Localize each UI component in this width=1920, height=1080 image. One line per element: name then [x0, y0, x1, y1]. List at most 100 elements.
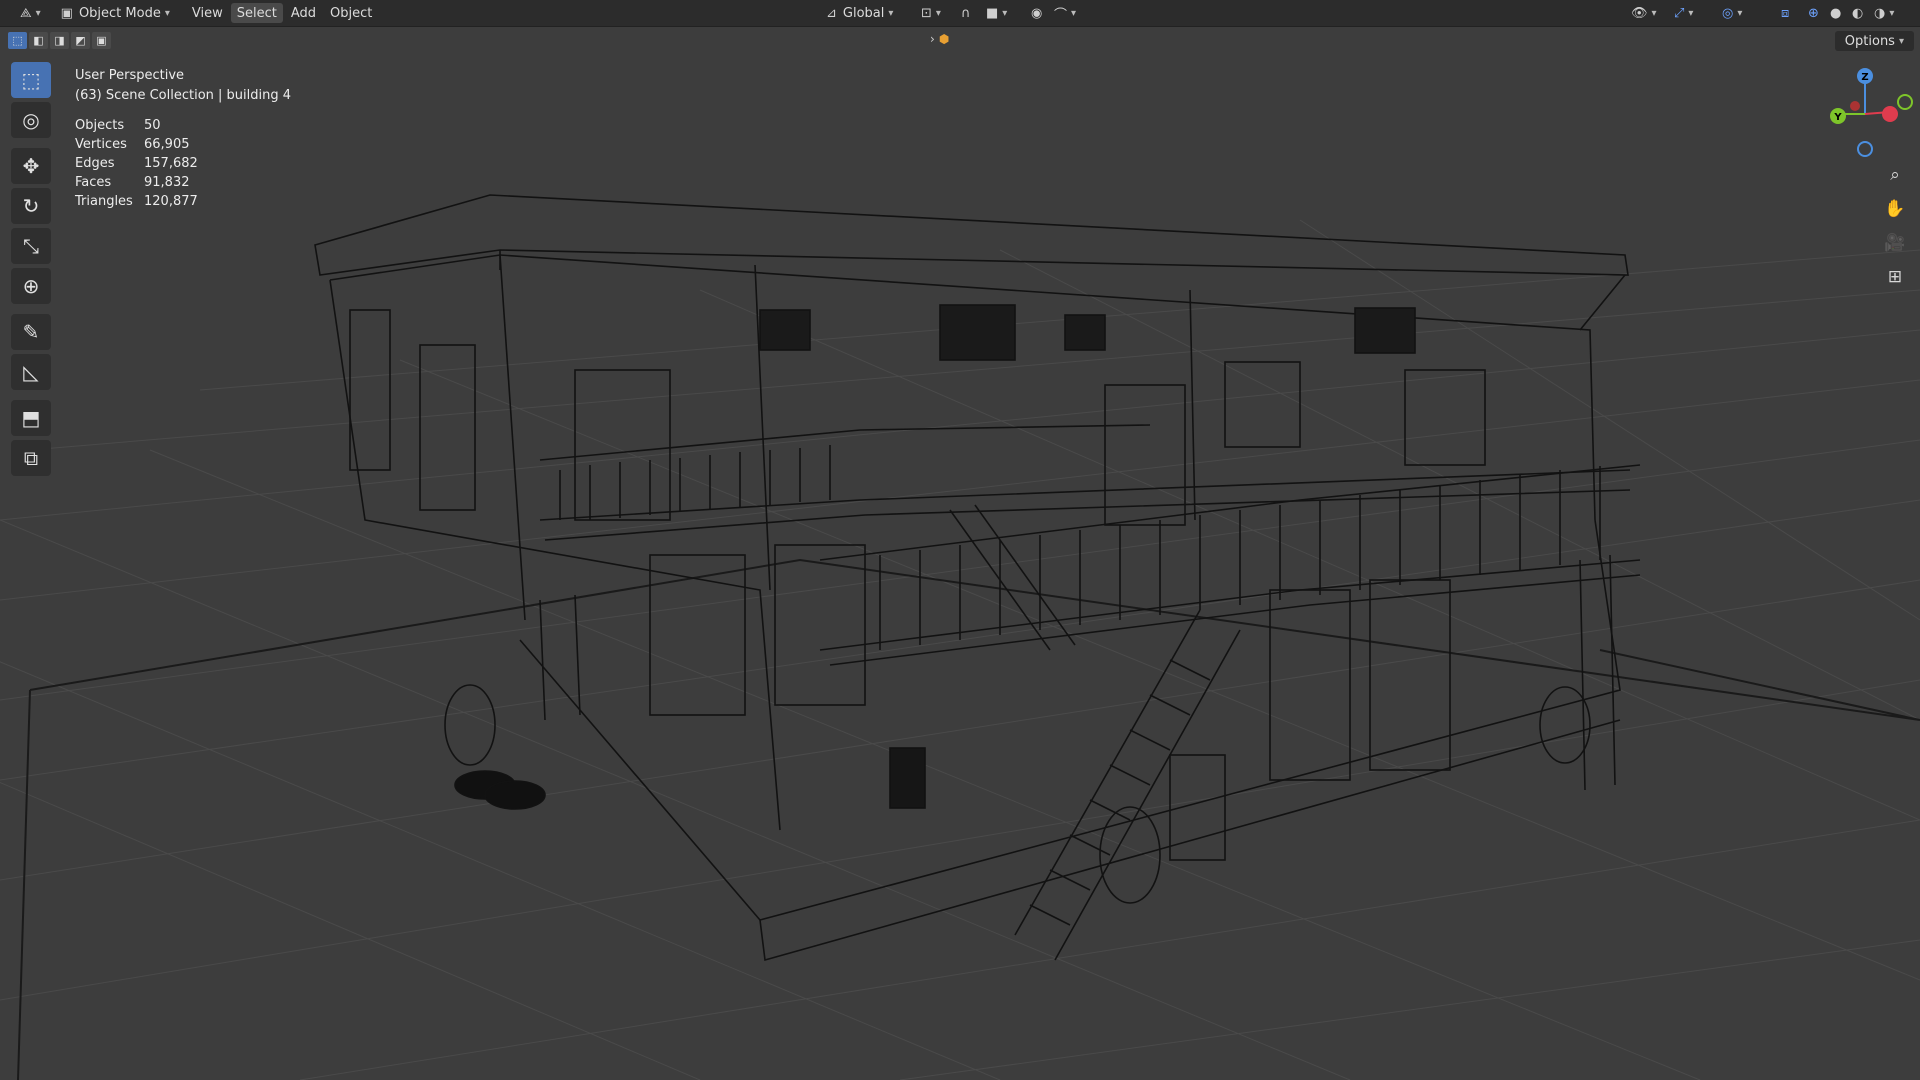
- tool-cursor[interactable]: ◎: [11, 102, 51, 138]
- stat-row: Faces 91,832: [75, 173, 198, 192]
- building-wireframe: [314, 194, 1641, 962]
- x-axis-handle[interactable]: [1882, 106, 1898, 122]
- shading-material-button[interactable]: ◐: [1846, 3, 1869, 23]
- stat-value: 91,832: [144, 175, 190, 190]
- chevron-down-icon: ▾: [888, 7, 894, 19]
- select-mode-bar: ⬚ ◧ ◨ ◩ ▣: [8, 32, 111, 49]
- navigation-gizmo[interactable]: Z Y: [1810, 62, 1920, 162]
- stat-row: Edges 157,682: [75, 154, 198, 173]
- camera-view-button[interactable]: 🎥: [1880, 230, 1910, 256]
- z-axis-label: Z: [1861, 72, 1868, 83]
- mode-dropdown[interactable]: ▣ Object Mode ▾: [54, 3, 176, 23]
- pivot-point-button[interactable]: ⊡ ▾: [915, 3, 947, 23]
- select-invert-button[interactable]: ◩: [71, 32, 90, 49]
- gizmo-toggle-button[interactable]: ⤢ ▾: [1668, 3, 1699, 23]
- snap-target-button[interactable]: ■ ▾: [980, 3, 1013, 23]
- menu-view[interactable]: View: [186, 3, 229, 23]
- stat-value: 120,877: [144, 194, 198, 209]
- rendered-sphere-icon: ◑: [1874, 5, 1886, 21]
- tool-shelf: ⬚ ◎ ✥ ↻ ⤡ ⊕ ✎ ◺ ⬒ ⧉: [8, 62, 54, 480]
- measure-icon: ◺: [23, 360, 39, 384]
- select-new-button[interactable]: ⬚: [8, 32, 27, 49]
- tool-select-box[interactable]: ⬚: [11, 62, 51, 98]
- scene-statistics: Objects 50 Vertices 66,905 Edges 157,682 Fa…: [75, 116, 198, 211]
- shading-rendered-button[interactable]: ◑ ▾: [1868, 3, 1900, 23]
- tool-move[interactable]: ✥: [11, 148, 51, 184]
- orientation-label: Global: [842, 5, 885, 21]
- eye-icon: 👁: [1631, 5, 1648, 21]
- select-subtract-button[interactable]: ◨: [50, 32, 69, 49]
- overlay-toggle-button[interactable]: ◎ ▾: [1716, 3, 1748, 23]
- hand-icon: ✋: [1884, 199, 1906, 219]
- select-intersect-icon: ▣: [96, 34, 107, 47]
- cursor-icon: ◎: [22, 108, 40, 132]
- ortho-toggle-button[interactable]: ⊞: [1880, 264, 1910, 290]
- select-new-icon: ⬚: [12, 34, 23, 47]
- rotate-icon: ↻: [22, 194, 40, 218]
- menu-select[interactable]: Select: [230, 3, 283, 23]
- snap-button[interactable]: ∩: [955, 3, 977, 23]
- object-mode-icon: ▣: [60, 5, 73, 21]
- select-box-icon: ⬚: [21, 68, 41, 92]
- chevron-right-icon: ›: [930, 32, 935, 46]
- chevron-down-icon: ▾: [1737, 7, 1743, 19]
- falloff-button[interactable]: ⌒ ▾: [1048, 3, 1082, 23]
- transform-icon: ⊕: [22, 274, 40, 298]
- proportional-edit-icon: ◉: [1031, 5, 1043, 21]
- chevron-down-icon: ▾: [1002, 7, 1008, 19]
- tool-primitive[interactable]: ⧉: [11, 440, 51, 476]
- xray-icon: ⧈: [1781, 5, 1790, 21]
- stat-label: Faces: [75, 175, 112, 190]
- wireframe-sphere-icon: ⊕: [1808, 5, 1819, 21]
- asset-shelf-toggle[interactable]: › ⬢: [930, 32, 949, 46]
- solid-sphere-icon: ●: [1830, 5, 1842, 21]
- tool-measure[interactable]: ◺: [11, 354, 51, 390]
- shading-solid-button[interactable]: ●: [1824, 3, 1847, 23]
- wireframe-scene[interactable]: [0, 0, 1920, 1080]
- tool-scale[interactable]: ⤡: [11, 228, 51, 264]
- mode-label: Object Mode: [78, 5, 161, 21]
- menu-add[interactable]: Add: [285, 3, 322, 23]
- move-icon: ✥: [22, 154, 40, 178]
- perspective-label: User Perspective: [75, 68, 185, 83]
- tool-transform[interactable]: ⊕: [11, 268, 51, 304]
- tool-add-cube[interactable]: ⬒: [11, 400, 51, 436]
- select-intersect-button[interactable]: ▣: [92, 32, 111, 49]
- stat-row: Vertices 66,905: [75, 135, 198, 154]
- add-cube-icon: ⬒: [21, 406, 41, 430]
- snap-square-icon: ■: [986, 5, 999, 21]
- camera-icon: 🎥: [1884, 233, 1906, 253]
- chevron-down-icon: ▾: [935, 7, 941, 19]
- options-dropdown[interactable]: Options ▾: [1834, 31, 1914, 51]
- tool-annotate[interactable]: ✎: [11, 314, 51, 350]
- scale-icon: ⤡: [23, 234, 39, 258]
- chevron-down-icon: ▾: [1889, 7, 1895, 19]
- stat-label: Edges: [75, 156, 115, 171]
- editor-type-button[interactable]: ⟁ ▾: [14, 3, 47, 23]
- orientation-icon: ⊿: [826, 5, 837, 21]
- zoom-button[interactable]: ⌕: [1880, 162, 1910, 188]
- neg-z-axis-handle[interactable]: [1857, 141, 1873, 157]
- material-sphere-icon: ◐: [1852, 5, 1864, 21]
- y-axis-label: Y: [1833, 112, 1842, 123]
- chevron-down-icon: ▾: [1898, 35, 1904, 47]
- proportional-edit-button[interactable]: ◉: [1025, 3, 1048, 23]
- stat-row: Objects 50: [75, 116, 198, 135]
- neg-y-axis-handle[interactable]: [1897, 94, 1913, 110]
- neg-x-axis-handle[interactable]: [1850, 101, 1860, 111]
- visibility-button[interactable]: 👁 ▾: [1625, 3, 1663, 23]
- stat-value: 50: [144, 118, 161, 133]
- stat-label: Objects: [75, 118, 125, 133]
- stat-value: 157,682: [144, 156, 198, 171]
- transform-orientation-dropdown[interactable]: ⊿ Global ▾: [820, 3, 900, 23]
- select-extend-button[interactable]: ◧: [29, 32, 48, 49]
- menu-object[interactable]: Object: [324, 3, 378, 23]
- xray-toggle-button[interactable]: ⧈: [1775, 3, 1795, 23]
- 3d-viewport[interactable]: [0, 0, 1920, 1080]
- shading-wireframe-button[interactable]: ⊕: [1802, 3, 1825, 23]
- stat-label: Vertices: [75, 137, 127, 152]
- chevron-down-icon: ▾: [35, 7, 41, 19]
- pivot-icon: ⊡: [921, 5, 932, 21]
- tool-rotate[interactable]: ↻: [11, 188, 51, 224]
- pan-button[interactable]: ✋: [1880, 196, 1910, 222]
